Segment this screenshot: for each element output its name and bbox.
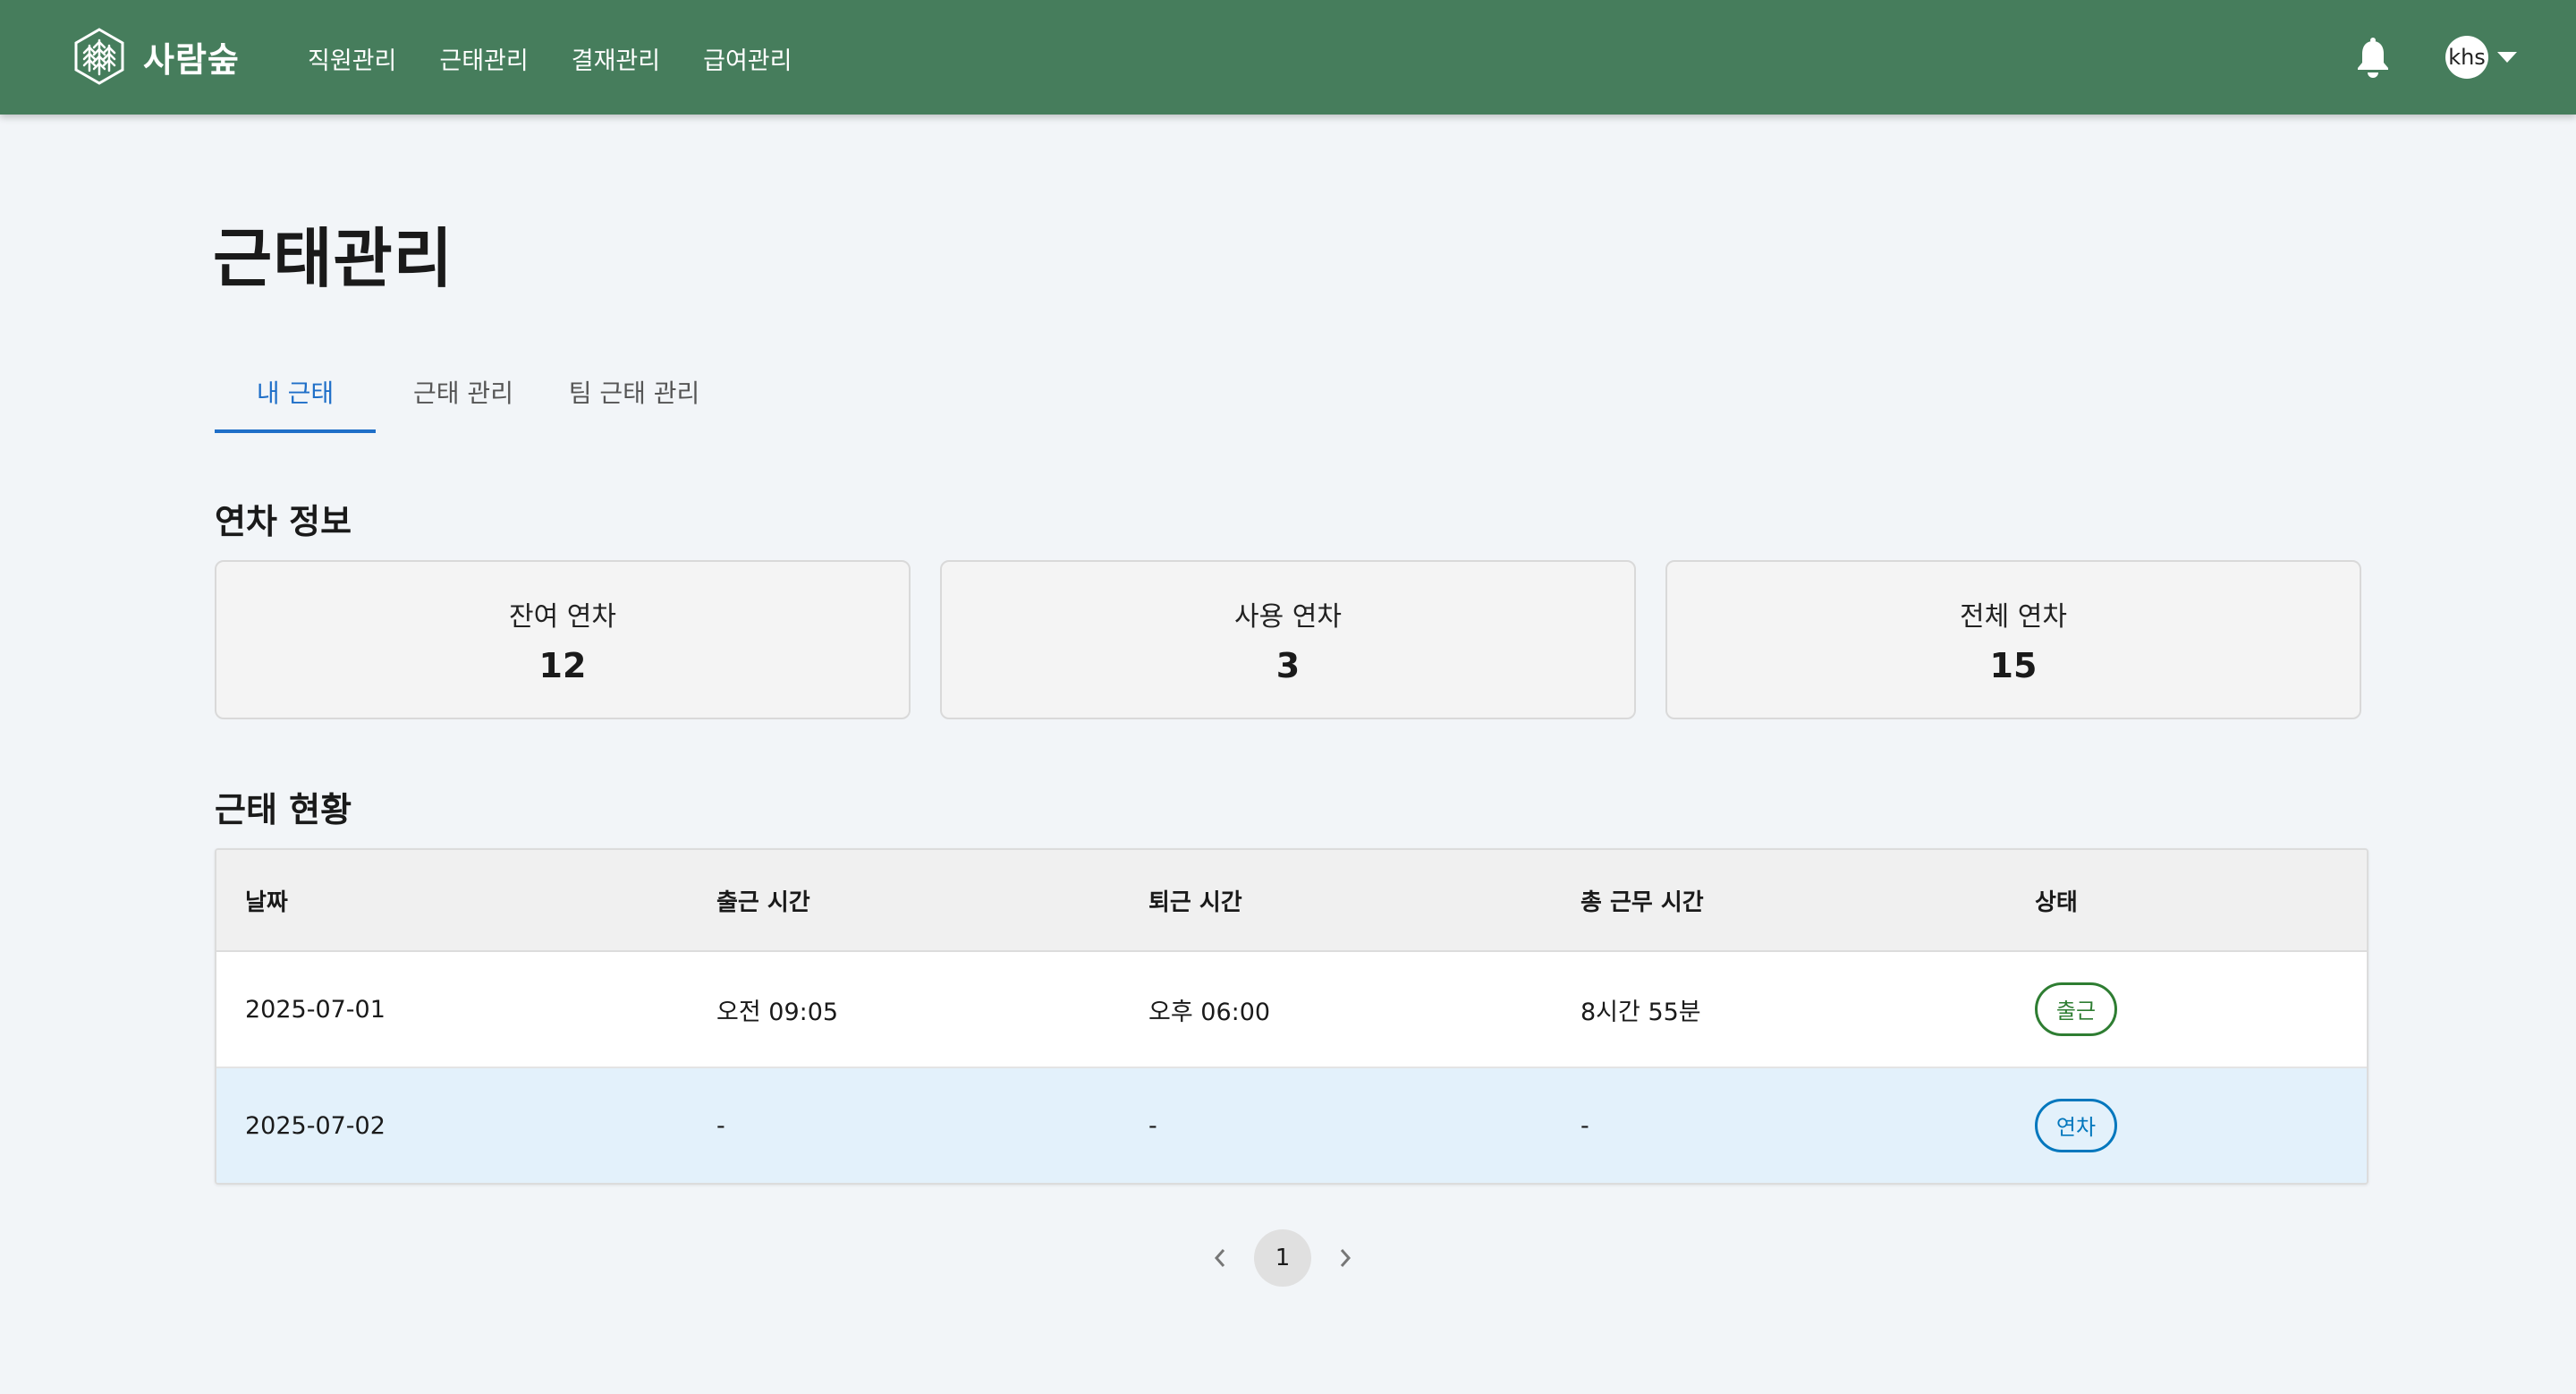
cell-check-in: 오전 09:05	[688, 951, 1120, 1068]
cell-check-out: 오후 06:00	[1120, 951, 1552, 1068]
card-value: 15	[1989, 646, 2038, 685]
status-badge: 출근	[2035, 982, 2117, 1036]
main-nav: 직원관리 근태관리 결재관리 급여관리	[308, 41, 835, 76]
avatar[interactable]: khs	[2445, 36, 2488, 79]
table-header-row: 날짜 출근 시간 퇴근 시간 총 근무 시간 상태	[216, 850, 2367, 952]
remaining-leave-card: 잔여 연차 12	[215, 560, 911, 719]
total-leave-card: 전체 연차 15	[1665, 560, 2361, 719]
attendance-section-title: 근태 현황	[215, 790, 352, 829]
column-header-total-hours: 총 근무 시간	[1552, 850, 2006, 952]
user-menu[interactable]: khs	[2445, 36, 2517, 79]
table-row[interactable]: 2025-07-01 오전 09:05 오후 06:00 8시간 55분 출근	[216, 951, 2367, 1068]
tab-bar: 내 근태 근태 관리 팀 근태 관리	[215, 358, 719, 433]
cell-date: 2025-07-02	[216, 1067, 688, 1183]
cell-total-hours: 8시간 55분	[1552, 951, 2006, 1068]
page-title: 근태관리	[213, 221, 453, 296]
brand-name: 사람숲	[143, 39, 240, 80]
table-row[interactable]: 2025-07-02 - - - 연차	[216, 1067, 2367, 1183]
forest-hexagon-icon	[74, 28, 124, 85]
pagination: 1	[1199, 1229, 1367, 1287]
logo[interactable]: 사람숲	[73, 28, 240, 85]
nav-attendance-management[interactable]: 근태관리	[439, 41, 528, 76]
leave-section-title: 연차 정보	[215, 502, 352, 541]
column-header-check-out: 퇴근 시간	[1120, 850, 1552, 952]
tab-attendance-management[interactable]: 근태 관리	[383, 358, 544, 433]
chevron-left-icon[interactable]	[1199, 1229, 1241, 1287]
cell-check-in: -	[688, 1067, 1120, 1183]
cell-status: 연차	[2006, 1067, 2367, 1183]
cell-date: 2025-07-01	[216, 951, 688, 1068]
column-header-status: 상태	[2006, 850, 2367, 952]
caret-down-icon[interactable]	[2497, 52, 2517, 63]
card-label: 잔여 연차	[509, 601, 616, 633]
attendance-table: 날짜 출근 시간 퇴근 시간 총 근무 시간 상태 2025-07-01 오전 …	[215, 848, 2368, 1185]
nav-payroll-management[interactable]: 급여관리	[703, 41, 792, 76]
status-badge: 연차	[2035, 1099, 2117, 1152]
nav-approval-management[interactable]: 결재관리	[572, 41, 660, 76]
tab-team-attendance-management[interactable]: 팀 근태 관리	[549, 358, 719, 433]
card-value: 3	[1275, 646, 1301, 685]
card-label: 사용 연차	[1234, 601, 1342, 633]
chevron-right-icon[interactable]	[1324, 1229, 1367, 1287]
card-value: 12	[538, 646, 587, 685]
tab-my-attendance[interactable]: 내 근태	[215, 358, 376, 433]
nav-employee-management[interactable]: 직원관리	[308, 41, 396, 76]
column-header-check-in: 출근 시간	[688, 850, 1120, 952]
page-number-button[interactable]: 1	[1254, 1229, 1311, 1287]
top-navigation-bar: 사람숲 직원관리 근태관리 결재관리 급여관리 khs	[0, 0, 2576, 115]
cell-status: 출근	[2006, 951, 2367, 1068]
used-leave-card: 사용 연차 3	[940, 560, 1636, 719]
column-header-date: 날짜	[216, 850, 688, 952]
card-label: 전체 연차	[1960, 601, 2067, 633]
leave-summary-cards: 잔여 연차 12 사용 연차 3 전체 연차 15	[215, 560, 2361, 719]
bell-icon[interactable]	[2355, 38, 2391, 79]
cell-total-hours: -	[1552, 1067, 2006, 1183]
cell-check-out: -	[1120, 1067, 1552, 1183]
